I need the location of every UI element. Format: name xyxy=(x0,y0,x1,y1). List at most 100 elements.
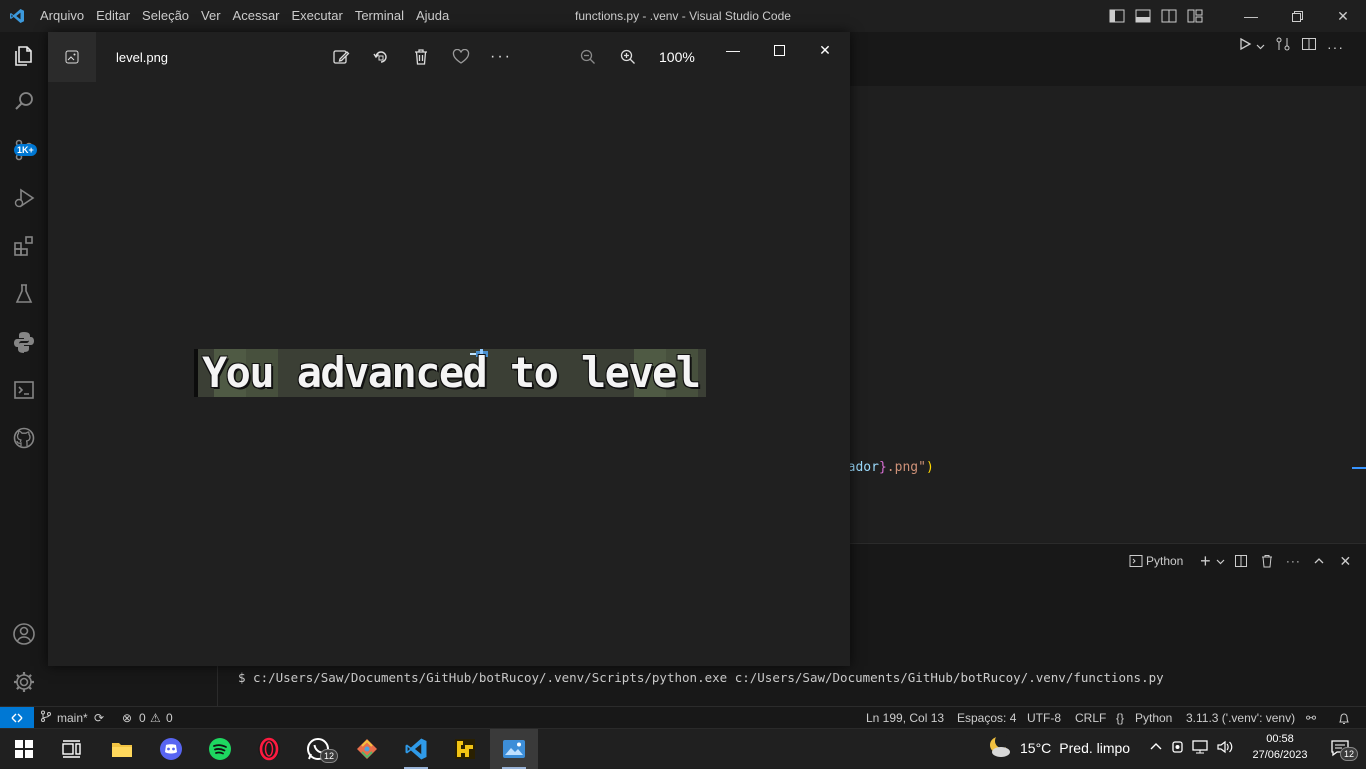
spotify-icon[interactable] xyxy=(196,729,244,769)
manage-gear-icon[interactable] xyxy=(0,658,48,706)
feedback-icon[interactable]: ⚯ xyxy=(1306,707,1316,729)
photos-image-tab-icon[interactable] xyxy=(48,32,96,82)
notification-center-icon[interactable]: 12 xyxy=(1320,728,1360,768)
menu-ver[interactable]: Ver xyxy=(195,0,227,32)
code-brace: } xyxy=(878,460,887,475)
terminal-toolbar: Python + ··· ✕ xyxy=(1126,551,1355,571)
notification-badge: 12 xyxy=(1340,747,1359,761)
indentation[interactable]: Espaços: 4 xyxy=(957,707,1016,729)
opera-gx-icon[interactable] xyxy=(245,729,293,769)
kill-terminal-trash-icon[interactable] xyxy=(1257,551,1277,571)
edit-image-icon[interactable] xyxy=(328,45,354,69)
split-terminal-icon[interactable] xyxy=(1231,551,1251,571)
language-braces-icon: {} xyxy=(1116,711,1125,725)
zoom-in-icon[interactable] xyxy=(615,45,641,69)
warnings-count[interactable]: 0 xyxy=(166,707,173,729)
vscode-close-icon[interactable]: ✕ xyxy=(1320,0,1366,32)
toggle-secondary-sidebar-icon[interactable] xyxy=(1156,0,1182,32)
moon-cloud-icon xyxy=(986,733,1012,762)
editor-actions: ··· xyxy=(1238,36,1344,57)
status-bar: main* ⟳ ⊗ 0 ⚠ 0 Ln 199, Col 13 Espaços: … xyxy=(0,706,1366,729)
close-panel-icon[interactable]: ✕ xyxy=(1335,551,1355,571)
terminal-command-line[interactable]: $ c:/Users/Saw/Documents/GitHub/botRucoy… xyxy=(238,670,1164,685)
cursor-position[interactable]: Ln 199, Col 13 xyxy=(866,707,944,729)
image-left-edge xyxy=(194,349,198,397)
notifications-bell-icon[interactable] xyxy=(1338,707,1350,729)
run-debug-icon[interactable] xyxy=(0,174,48,222)
favorite-heart-icon[interactable] xyxy=(448,45,474,69)
zoom-level[interactable]: 100% xyxy=(659,49,695,65)
vscode-logo-icon xyxy=(0,0,34,32)
menu-ajuda[interactable]: Ajuda xyxy=(410,0,455,32)
menu-terminal[interactable]: Terminal xyxy=(349,0,410,32)
new-terminal-plus-icon[interactable]: + xyxy=(1195,551,1215,571)
errors-count[interactable]: 0 xyxy=(139,707,146,729)
rotate-icon[interactable] xyxy=(368,45,394,69)
photos-maximize-icon[interactable] xyxy=(756,36,802,64)
photos-close-icon[interactable]: ✕ xyxy=(802,36,848,64)
game-app-icon[interactable] xyxy=(441,729,489,769)
file-explorer-icon[interactable] xyxy=(98,729,146,769)
tray-chevron-up-icon[interactable] xyxy=(1150,741,1162,756)
encoding[interactable]: UTF-8 xyxy=(1027,707,1061,729)
photos-taskbar-icon[interactable] xyxy=(490,729,538,769)
compare-changes-icon[interactable] xyxy=(1275,36,1291,57)
python-interpreter[interactable]: 3.11.3 ('.venv': venv) xyxy=(1186,707,1295,729)
photos-minimize-icon[interactable]: — xyxy=(710,36,756,64)
testing-icon[interactable] xyxy=(0,270,48,318)
end-of-line[interactable]: CRLF xyxy=(1075,707,1106,729)
terminal-more-icon[interactable]: ··· xyxy=(1283,551,1303,571)
git-app-icon[interactable] xyxy=(343,729,391,769)
run-dropdown-chevron-icon[interactable] xyxy=(1256,38,1265,56)
split-editor-icon[interactable] xyxy=(1301,36,1317,57)
toggle-panel-icon[interactable] xyxy=(1130,0,1156,32)
taskbar-clock[interactable]: 00:58 27/06/2023 xyxy=(1248,731,1312,763)
menu-acessar[interactable]: Acessar xyxy=(227,0,286,32)
warnings-icon[interactable]: ⚠ xyxy=(150,707,161,729)
displayed-image[interactable]: You advanced to level xyxy=(194,349,706,397)
task-view-icon[interactable] xyxy=(48,729,96,769)
terminal-view-icon[interactable] xyxy=(0,366,48,414)
errors-icon[interactable]: ⊗ xyxy=(122,707,132,729)
menu-executar[interactable]: Executar xyxy=(286,0,349,32)
extensions-icon[interactable] xyxy=(0,222,48,270)
branch-icon[interactable] xyxy=(40,707,52,729)
volume-icon[interactable] xyxy=(1216,740,1234,757)
customize-layout-icon[interactable] xyxy=(1182,0,1208,32)
sync-icon[interactable]: ⟳ xyxy=(94,707,104,729)
terminal-dropdown-chevron-icon[interactable] xyxy=(1215,551,1225,571)
run-python-file-icon[interactable] xyxy=(1238,37,1252,56)
activity-bar: 1K+ xyxy=(0,32,48,706)
accounts-icon[interactable] xyxy=(0,610,48,658)
language-mode[interactable]: Python xyxy=(1135,707,1172,729)
menu-arquivo[interactable]: Arquivo xyxy=(34,0,90,32)
menu-editar[interactable]: Editar xyxy=(90,0,136,32)
branch-name[interactable]: main* xyxy=(57,707,88,729)
network-icon[interactable] xyxy=(1192,739,1208,757)
discord-icon[interactable] xyxy=(147,729,195,769)
whatsapp-icon[interactable]: 12 xyxy=(294,729,342,769)
windows-start-icon[interactable] xyxy=(0,729,48,769)
vscode-taskbar-icon[interactable] xyxy=(392,729,440,769)
terminal-type-label[interactable]: Python xyxy=(1146,554,1183,568)
weather-widget[interactable]: 15°C Pred. limpo xyxy=(986,728,1130,768)
source-control-icon[interactable]: 1K+ xyxy=(0,126,48,174)
vscode-titlebar: Arquivo Editar Seleção Ver Acessar Execu… xyxy=(0,0,1366,32)
explorer-icon[interactable] xyxy=(0,32,48,80)
editor-more-icon[interactable]: ··· xyxy=(1327,39,1344,55)
search-icon[interactable] xyxy=(0,77,48,125)
vscode-minimize-icon[interactable]: — xyxy=(1228,0,1274,32)
delete-trash-icon[interactable] xyxy=(408,45,434,69)
zoom-out-icon[interactable] xyxy=(575,45,601,69)
remote-indicator-icon[interactable] xyxy=(0,707,34,729)
system-tray xyxy=(1150,728,1234,768)
tray-app-icon[interactable] xyxy=(1170,740,1184,757)
more-options-icon[interactable]: ··· xyxy=(488,45,514,69)
maximize-panel-chevron-up-icon[interactable] xyxy=(1309,551,1329,571)
scrollbar-cursor-marker xyxy=(1352,467,1366,469)
menu-selecao[interactable]: Seleção xyxy=(136,0,195,32)
python-icon[interactable] xyxy=(0,318,48,366)
toggle-primary-sidebar-icon[interactable] xyxy=(1104,0,1130,32)
vscode-restore-icon[interactable] xyxy=(1274,0,1320,32)
github-icon[interactable] xyxy=(0,414,48,462)
